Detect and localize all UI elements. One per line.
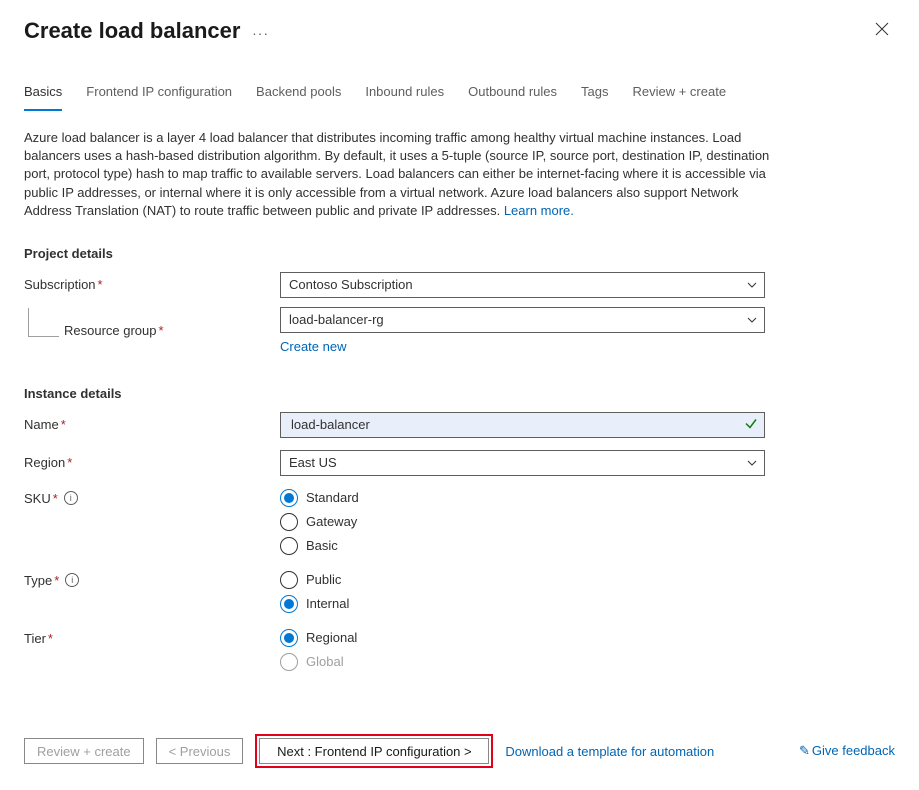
feedback-icon: ✎ [799, 743, 810, 758]
region-select[interactable]: East US [280, 450, 765, 476]
type-radio-group: Public Internal [280, 569, 349, 613]
tier-option-regional[interactable]: Regional [280, 629, 357, 647]
field-name: Name* [24, 411, 895, 439]
chevron-down-icon [746, 314, 758, 326]
chevron-down-icon [746, 279, 758, 291]
resource-group-value: load-balancer-rg [289, 312, 384, 327]
learn-more-link[interactable]: Learn more. [504, 203, 574, 218]
sku-option-basic[interactable]: Basic [280, 537, 359, 555]
name-label: Name* [24, 417, 280, 432]
description-body: Azure load balancer is a layer 4 load ba… [24, 130, 769, 218]
radio-icon [280, 653, 298, 671]
description-text: Azure load balancer is a layer 4 load ba… [24, 129, 784, 220]
sku-option-standard[interactable]: Standard [280, 489, 359, 507]
more-icon[interactable]: ··· [252, 25, 269, 41]
resource-group-label: Resource group* [24, 323, 280, 338]
next-button[interactable]: Next : Frontend IP configuration > [259, 738, 489, 764]
type-option-public[interactable]: Public [280, 571, 349, 589]
tier-label: Tier* [24, 627, 280, 646]
give-feedback-link[interactable]: ✎Give feedback [799, 743, 895, 759]
resource-group-select[interactable]: load-balancer-rg [280, 307, 765, 333]
type-option-internal[interactable]: Internal [280, 595, 349, 613]
page-title: Create load balancer [24, 18, 240, 43]
tier-radio-group: Regional Global [280, 627, 357, 671]
region-label-text: Region [24, 455, 65, 470]
subscription-select[interactable]: Contoso Subscription [280, 272, 765, 298]
sku-radio-group: Standard Gateway Basic [280, 487, 359, 555]
radio-icon [280, 595, 298, 613]
name-input[interactable] [289, 416, 740, 433]
field-resource-group: Resource group* load-balancer-rg Create … [24, 307, 895, 354]
sku-option-gateway[interactable]: Gateway [280, 513, 359, 531]
footer: Review + create < Previous Next : Fronte… [24, 734, 895, 768]
field-region: Region* East US [24, 449, 895, 477]
name-label-text: Name [24, 417, 59, 432]
header: Create load balancer ··· [24, 18, 895, 44]
highlight-box: Next : Frontend IP configuration > [255, 734, 493, 768]
tab-outbound-rules[interactable]: Outbound rules [468, 84, 557, 110]
info-icon[interactable]: i [65, 573, 79, 587]
resource-group-label-text: Resource group [64, 323, 157, 338]
chevron-down-icon [746, 457, 758, 469]
radio-label: Standard [306, 490, 359, 505]
give-feedback-label: Give feedback [812, 743, 895, 758]
tab-backend-pools[interactable]: Backend pools [256, 84, 341, 110]
field-sku: SKU* i Standard Gateway Basic [24, 487, 895, 555]
field-type: Type* i Public Internal [24, 569, 895, 613]
page-title-wrap: Create load balancer ··· [24, 18, 269, 44]
previous-button[interactable]: < Previous [156, 738, 244, 764]
subscription-label-text: Subscription [24, 277, 96, 292]
type-label-text: Type [24, 573, 52, 588]
tab-inbound-rules[interactable]: Inbound rules [365, 84, 444, 110]
review-create-button[interactable]: Review + create [24, 738, 144, 764]
check-icon [744, 416, 758, 433]
section-project-details: Project details [24, 246, 895, 261]
radio-label: Regional [306, 630, 357, 645]
close-icon[interactable] [869, 18, 895, 44]
download-template-link[interactable]: Download a template for automation [505, 744, 714, 759]
radio-icon [280, 571, 298, 589]
region-label: Region* [24, 455, 280, 470]
create-new-link[interactable]: Create new [280, 339, 346, 354]
tab-tags[interactable]: Tags [581, 84, 608, 110]
radio-label: Gateway [306, 514, 357, 529]
tabs: Basics Frontend IP configuration Backend… [24, 84, 895, 111]
radio-icon [280, 513, 298, 531]
name-input-wrap [280, 412, 765, 438]
tier-label-text: Tier [24, 631, 46, 646]
radio-icon [280, 629, 298, 647]
radio-label: Basic [306, 538, 338, 553]
field-subscription: Subscription* Contoso Subscription [24, 271, 895, 299]
tab-basics[interactable]: Basics [24, 84, 62, 111]
radio-label: Global [306, 654, 344, 669]
tab-review-create[interactable]: Review + create [632, 84, 726, 110]
tab-frontend-ip[interactable]: Frontend IP configuration [86, 84, 232, 110]
radio-label: Internal [306, 596, 349, 611]
sku-label: SKU* i [24, 487, 280, 506]
type-label: Type* i [24, 569, 280, 588]
radio-label: Public [306, 572, 341, 587]
region-value: East US [289, 455, 337, 470]
section-instance-details: Instance details [24, 386, 895, 401]
field-tier: Tier* Regional Global [24, 627, 895, 671]
radio-icon [280, 489, 298, 507]
radio-icon [280, 537, 298, 555]
subscription-value: Contoso Subscription [289, 277, 413, 292]
sku-label-text: SKU [24, 491, 51, 506]
info-icon[interactable]: i [64, 491, 78, 505]
tier-option-global: Global [280, 653, 357, 671]
subscription-label: Subscription* [24, 277, 280, 292]
